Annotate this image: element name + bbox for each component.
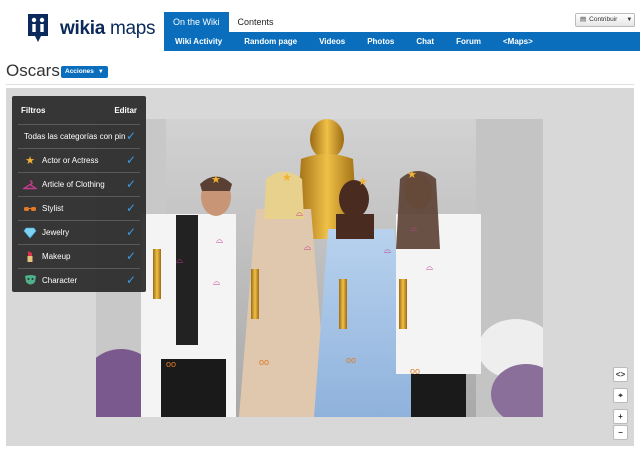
nav-wiki-activity[interactable]: Wiki Activity <box>164 32 233 51</box>
filters-header: Filtros Editar <box>12 96 146 124</box>
checkmark-icon: ✓ <box>125 153 136 167</box>
clothing-pin-hanger-icon[interactable]: ⌓ <box>410 224 417 233</box>
checkmark-icon: ✓ <box>125 129 136 143</box>
zoom-out-button[interactable]: − <box>613 425 628 440</box>
filter-label: Todas las categorías con pin <box>24 132 126 141</box>
filters-title: Filtros <box>21 105 46 115</box>
clothing-pin-hanger-icon[interactable]: ⌓ <box>426 263 433 272</box>
clothing-pin-hanger-icon[interactable]: ⌓ <box>304 243 311 252</box>
actions-dropdown[interactable]: Acciones ▼ <box>61 66 108 78</box>
nav-forum[interactable]: Forum <box>445 32 492 51</box>
checkmark-icon: ✓ <box>125 273 136 287</box>
wiki-tabs: On the Wiki Contents <box>164 12 283 32</box>
clothing-pin-hanger-icon[interactable]: ⌓ <box>176 256 183 265</box>
stylist-pin-sunglasses-icon[interactable]: oo <box>259 358 269 367</box>
checkmark-icon: ✓ <box>125 201 136 215</box>
location-icon: ⌖ <box>618 390 623 400</box>
stylist-pin-sunglasses-icon[interactable]: oo <box>166 360 176 369</box>
filter-article-of-clothing[interactable]: Article of Clothing ✓ <box>18 172 140 196</box>
actor-pin-star-icon[interactable]: ★ <box>358 177 368 188</box>
nav-random-page[interactable]: Random page <box>233 32 308 51</box>
locate-me-button[interactable]: ⌖ <box>613 388 628 403</box>
wikia-maps-page: wikia maps On the Wiki Contents Wiki Act… <box>0 0 640 464</box>
chevron-down-icon: ▼ <box>97 69 104 75</box>
page-title: Oscars <box>6 61 60 80</box>
actor-pin-star-icon[interactable]: ★ <box>211 175 221 186</box>
actor-pin-star-icon[interactable]: ★ <box>282 173 292 184</box>
filter-character[interactable]: Character ✓ <box>18 268 140 292</box>
clothing-pin-hanger-icon[interactable]: ⌓ <box>296 209 303 218</box>
filter-all-categories[interactable]: Todas las categorías con pin ✓ <box>18 124 140 148</box>
nav-chat[interactable]: Chat <box>405 32 445 51</box>
hanger-icon <box>23 178 37 192</box>
embed-map-button[interactable]: <> <box>613 367 628 382</box>
nav-maps[interactable]: <Maps> <box>492 32 544 51</box>
clothing-pin-hanger-icon[interactable]: ⌓ <box>216 236 223 245</box>
filter-stylist[interactable]: Stylist ✓ <box>18 196 140 220</box>
contribute-label: Contribuir <box>589 16 618 23</box>
chevron-down-icon: ▼ <box>626 17 633 23</box>
diamond-icon <box>23 226 37 240</box>
clothing-pin-hanger-icon[interactable]: ⌓ <box>384 246 391 255</box>
sunglasses-icon <box>23 202 37 216</box>
tab-on-the-wiki[interactable]: On the Wiki <box>164 12 229 32</box>
checkmark-icon: ✓ <box>125 177 136 191</box>
clothing-pin-hanger-icon[interactable]: ⌓ <box>213 278 220 287</box>
map-image-oscars-photo <box>96 119 543 417</box>
mask-icon <box>23 274 37 288</box>
nav-videos[interactable]: Videos <box>308 32 356 51</box>
stylist-pin-sunglasses-icon[interactable]: oo <box>346 356 356 365</box>
star-icon: ★ <box>25 155 35 167</box>
oscars-photo-illustration <box>96 119 543 417</box>
actions-label: Acciones <box>65 68 94 75</box>
wikia-maps-logo[interactable]: wikia maps <box>26 12 156 46</box>
stylist-pin-sunglasses-icon[interactable]: oo <box>410 367 420 376</box>
logo-text: wikia maps <box>60 18 156 39</box>
lipstick-icon <box>23 250 37 264</box>
filter-makeup[interactable]: Makeup ✓ <box>18 244 140 268</box>
contribute-button[interactable]: ▤ Contribuir ▼ <box>575 13 635 27</box>
filter-jewelry[interactable]: Jewelry ✓ <box>18 220 140 244</box>
divider <box>6 84 634 85</box>
nav-photos[interactable]: Photos <box>356 32 405 51</box>
wiki-nav-bar: Wiki Activity Random page Videos Photos … <box>164 32 640 51</box>
filter-actor-or-actress[interactable]: ★ Actor or Actress ✓ <box>18 148 140 172</box>
edit-filters-link[interactable]: Editar <box>114 106 137 115</box>
zoom-in-button[interactable]: + <box>613 409 628 424</box>
map-pin-logo-icon <box>28 14 48 42</box>
actor-pin-star-icon[interactable]: ★ <box>407 170 417 181</box>
checkmark-icon: ✓ <box>125 249 136 263</box>
checkmark-icon: ✓ <box>125 225 136 239</box>
filters-panel: Filtros Editar Todas las categorías con … <box>12 96 146 292</box>
tab-contents[interactable]: Contents <box>229 12 283 32</box>
edit-page-icon: ▤ <box>580 16 587 23</box>
